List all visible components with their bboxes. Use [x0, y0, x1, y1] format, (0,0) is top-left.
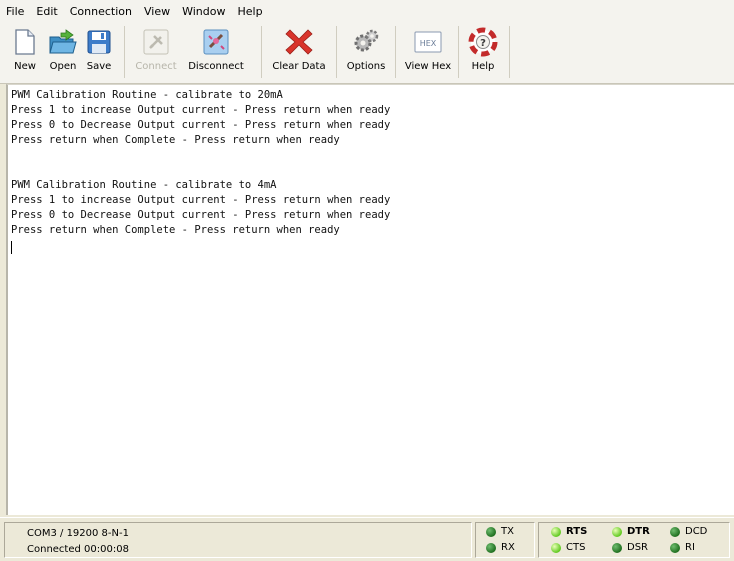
connected-time-text: Connected 00:00:08: [27, 544, 129, 555]
dsr-indicator: DSR: [612, 542, 648, 553]
terminal-line: Press 1 to increase Output current - Pre…: [11, 104, 391, 116]
rts-led-icon: [551, 526, 561, 537]
dsr-label: DSR: [627, 542, 648, 553]
menu-bar: File Edit Connection View Window Help: [0, 0, 734, 22]
disconnect-label: Disconnect: [188, 61, 244, 72]
new-label: New: [14, 61, 36, 72]
cts-led-icon: [551, 542, 561, 553]
open-button[interactable]: Open: [46, 22, 80, 78]
dcd-label: DCD: [685, 526, 708, 537]
open-label: Open: [49, 61, 77, 72]
signal-lines-panel: RTS CTS DTR DSR DCD RI: [538, 522, 730, 558]
dcd-indicator: DCD: [670, 526, 707, 537]
terminal-output[interactable]: PWM Calibration Routine - calibrate to 2…: [6, 84, 734, 515]
view-hex-button[interactable]: HEX View Hex: [400, 22, 456, 78]
port-settings-text: COM3 / 19200 8-N-1: [27, 528, 129, 539]
dtr-indicator: DTR: [612, 526, 650, 537]
toolbar: New Open Save Connect Disconnect Clear D…: [0, 22, 734, 84]
tx-led-icon: [486, 526, 496, 537]
cts-label: CTS: [566, 542, 586, 553]
menu-help[interactable]: Help: [231, 5, 268, 18]
help-button[interactable]: ? Help: [461, 22, 505, 78]
options-button[interactable]: Options: [341, 22, 391, 78]
menu-edit[interactable]: Edit: [30, 5, 63, 18]
rx-label: RX: [501, 542, 515, 553]
toolbar-separator: [336, 26, 337, 78]
new-document-icon: [10, 27, 40, 57]
save-label: Save: [86, 61, 112, 72]
terminal-line: Press return when Complete - Press retur…: [11, 134, 340, 146]
tx-rx-panel: TX RX: [475, 522, 535, 558]
tx-indicator: TX: [486, 526, 514, 537]
connect-button[interactable]: Connect: [129, 22, 183, 78]
rx-indicator: RX: [486, 542, 515, 553]
help-label: Help: [471, 61, 495, 72]
ri-indicator: RI: [670, 542, 695, 553]
hex-icon: HEX: [413, 27, 443, 57]
save-disk-icon: [84, 27, 114, 57]
ri-led-icon: [670, 542, 680, 553]
terminal-text: PWM Calibration Routine - calibrate to 2…: [11, 88, 390, 238]
open-folder-icon: [48, 27, 78, 57]
terminal-line: Press 1 to increase Output current - Pre…: [11, 194, 391, 206]
disconnect-icon: [201, 27, 231, 57]
save-button[interactable]: Save: [82, 22, 116, 78]
rx-led-icon: [486, 542, 496, 553]
hex-icon-text: HEX: [420, 39, 437, 48]
dtr-led-icon: [612, 526, 622, 537]
status-bar: COM3 / 19200 8-N-1 Connected 00:00:08 TX…: [0, 517, 734, 561]
menu-window[interactable]: Window: [176, 5, 231, 18]
ri-label: RI: [685, 542, 695, 553]
menu-file[interactable]: File: [0, 5, 30, 18]
clear-data-label: Clear Data: [272, 61, 326, 72]
terminal-line: Press return when Complete - Press retur…: [11, 224, 340, 236]
connect-label: Connect: [135, 61, 177, 72]
text-cursor: [11, 241, 12, 254]
menu-connection[interactable]: Connection: [64, 5, 138, 18]
toolbar-separator: [458, 26, 459, 78]
toolbar-separator: [395, 26, 396, 78]
toolbar-separator: [124, 26, 125, 78]
svg-text:?: ?: [480, 38, 486, 49]
clear-data-button[interactable]: Clear Data: [268, 22, 330, 78]
clear-x-icon: [284, 27, 314, 57]
dsr-led-icon: [612, 542, 622, 553]
toolbar-separator: [261, 26, 262, 78]
terminal-line: Press 0 to Decrease Output current - Pre…: [11, 209, 391, 221]
help-lifebuoy-icon: ?: [468, 27, 498, 57]
connection-status-panel: COM3 / 19200 8-N-1 Connected 00:00:08: [4, 522, 472, 558]
terminal-line: PWM Calibration Routine - calibrate to 4…: [11, 179, 277, 191]
rts-label: RTS: [566, 526, 588, 537]
options-gear-icon: [351, 27, 381, 57]
toolbar-separator: [509, 26, 510, 78]
new-button[interactable]: New: [8, 22, 42, 78]
connect-plug-icon: [141, 27, 171, 57]
dtr-label: DTR: [627, 526, 650, 537]
tx-label: TX: [501, 526, 514, 537]
terminal-line: Press 0 to Decrease Output current - Pre…: [11, 119, 391, 131]
disconnect-button[interactable]: Disconnect: [183, 22, 249, 78]
cts-indicator: CTS: [551, 542, 585, 553]
rts-indicator: RTS: [551, 526, 587, 537]
options-label: Options: [346, 61, 386, 72]
menu-view[interactable]: View: [138, 5, 176, 18]
view-hex-label: View Hex: [404, 61, 452, 72]
terminal-line: PWM Calibration Routine - calibrate to 2…: [11, 89, 283, 101]
dcd-led-icon: [670, 526, 680, 537]
